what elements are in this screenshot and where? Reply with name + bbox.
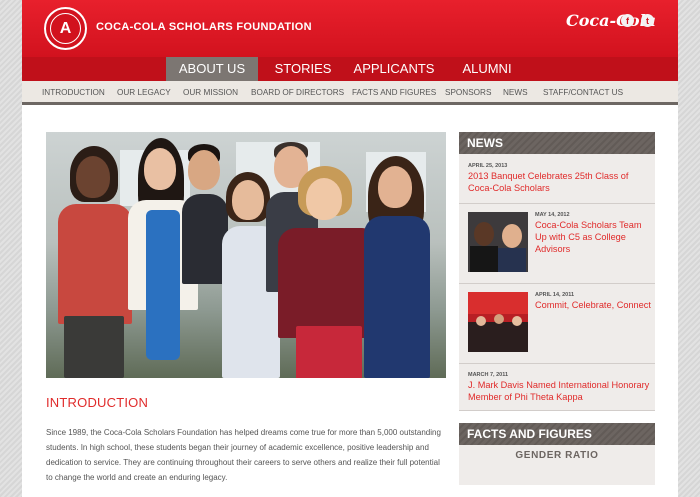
- subnav-news[interactable]: NEWS: [503, 81, 528, 105]
- nav-applicants[interactable]: APPLICANTS: [352, 57, 436, 81]
- sidebar: NEWS APRIL 25, 2013 2013 Banquet Celebra…: [459, 132, 655, 485]
- news-thumbnail[interactable]: [468, 292, 528, 352]
- twitter-icon[interactable]: t: [641, 14, 654, 27]
- subnav-our-legacy[interactable]: OUR LEGACY: [117, 81, 171, 105]
- sub-nav: INTRODUCTION OUR LEGACY OUR MISSION BOAR…: [22, 81, 678, 105]
- news-title[interactable]: J. Mark Davis Named International Honora…: [468, 379, 655, 403]
- news-title[interactable]: 2013 Banquet Celebrates 25th Class of Co…: [468, 170, 655, 194]
- subnav-staff-contact[interactable]: STAFF/CONTACT US: [543, 81, 623, 105]
- foundation-seal-logo[interactable]: A: [44, 7, 87, 50]
- news-date: APRIL 14, 2011: [535, 292, 575, 298]
- subnav-our-mission[interactable]: OUR MISSION: [183, 81, 238, 105]
- subnav-introduction[interactable]: INTRODUCTION: [42, 81, 105, 105]
- site-header: A COCA-COLA SCHOLARS FOUNDATION Coca-Col…: [22, 0, 678, 57]
- facebook-icon[interactable]: f: [621, 14, 634, 27]
- main-nav: ABOUT US STORIES APPLICANTS ALUMNI: [22, 57, 678, 81]
- seal-letter: A: [50, 13, 81, 44]
- news-date: MAY 14, 2012: [535, 212, 570, 218]
- facts-heading: FACTS AND FIGURES: [459, 423, 655, 445]
- subnav-facts-and-figures[interactable]: FACTS AND FIGURES: [352, 81, 436, 105]
- news-item[interactable]: APRIL 14, 2011 Commit, Celebrate, Connec…: [459, 284, 655, 364]
- nav-stories[interactable]: STORIES: [270, 57, 336, 81]
- site-container: A COCA-COLA SCHOLARS FOUNDATION Coca-Col…: [22, 0, 678, 497]
- nav-alumni[interactable]: ALUMNI: [458, 57, 516, 81]
- nav-about-us[interactable]: ABOUT US: [166, 57, 258, 81]
- news-title[interactable]: Coca-Cola Scholars Team Up with C5 as Co…: [535, 219, 655, 255]
- news-item[interactable]: MARCH 7, 2011 J. Mark Davis Named Intern…: [459, 364, 655, 411]
- brand-title[interactable]: COCA-COLA SCHOLARS FOUNDATION: [96, 21, 312, 33]
- intro-title: INTRODUCTION: [46, 395, 149, 410]
- news-heading: NEWS: [459, 132, 655, 154]
- news-date: APRIL 25, 2013: [468, 163, 508, 169]
- news-thumbnail[interactable]: [468, 212, 528, 272]
- news-item[interactable]: MAY 14, 2012 Coca-Cola Scholars Team Up …: [459, 204, 655, 284]
- subnav-sponsors[interactable]: SPONSORS: [445, 81, 491, 105]
- news-title[interactable]: Commit, Celebrate, Connect: [535, 299, 655, 311]
- hero-photo: [46, 132, 446, 378]
- news-item[interactable]: APRIL 25, 2013 2013 Banquet Celebrates 2…: [459, 154, 655, 204]
- intro-text: Since 1989, the Coca-Cola Scholars Found…: [46, 428, 441, 482]
- subnav-board-of-directors[interactable]: BOARD OF DIRECTORS: [251, 81, 344, 105]
- news-date: MARCH 7, 2011: [468, 372, 509, 378]
- gender-ratio-label: GENDER RATIO: [459, 445, 655, 485]
